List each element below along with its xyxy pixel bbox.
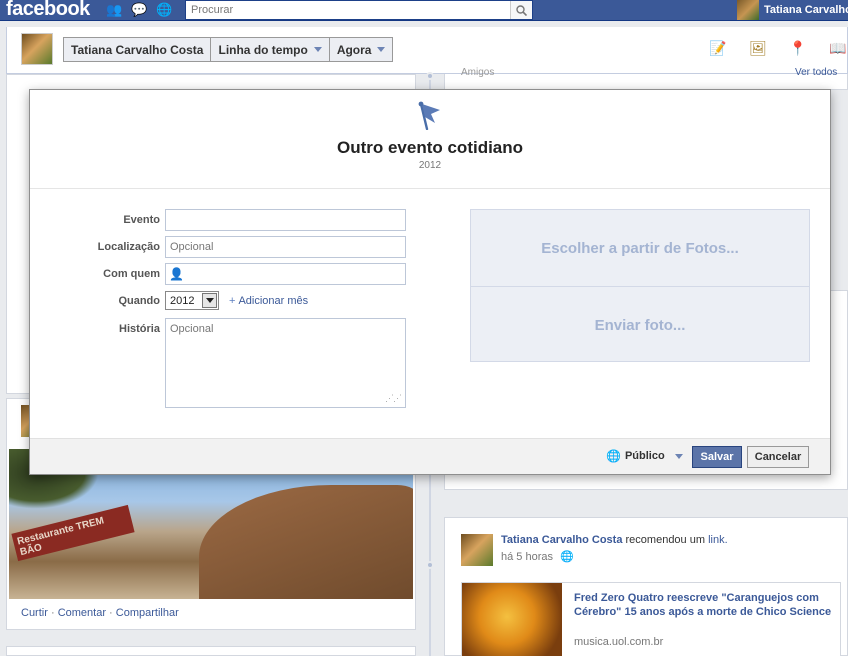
friends-label: Amigos: [461, 67, 495, 78]
messages-icon[interactable]: 💬: [131, 3, 147, 17]
location-label: Localização: [97, 241, 160, 253]
story-link-word[interactable]: link.: [708, 534, 728, 546]
story-placeholder: Opcional: [170, 323, 214, 335]
top-navigation-bar: facebook 👥 💬 🌐 Tatiana Carvalho: [0, 0, 848, 21]
separator: ·: [50, 607, 58, 619]
top-user-name: Tatiana Carvalho: [764, 4, 848, 16]
choose-from-photos-button[interactable]: Escolher a partir de Fotos...: [471, 210, 809, 286]
with-row: Com quem 👤: [90, 263, 406, 285]
like-link[interactable]: Curtir: [21, 607, 48, 619]
avatar[interactable]: [21, 33, 53, 65]
shared-link-domain: musica.uol.com.br: [574, 636, 664, 648]
life-event-dialog: Outro evento cotidiano 2012 Evento Local…: [29, 89, 831, 475]
avatar: [737, 0, 759, 20]
dialog-header: Outro evento cotidiano 2012: [30, 90, 830, 189]
resize-grip-icon[interactable]: ⋰⋰: [385, 393, 402, 404]
year-select-value: 2012: [170, 294, 195, 307]
when-label: Quando: [118, 294, 160, 307]
public-globe-icon: 🌐: [560, 551, 574, 563]
photo-sign: Restaurante TREM BÃO: [11, 504, 135, 562]
dialog-title: Outro evento cotidiano: [336, 138, 524, 157]
timeline-dropdown-label: Linha do tempo: [218, 42, 308, 57]
plus-icon: +: [229, 294, 236, 307]
life-event-icon[interactable]: 📖: [829, 39, 847, 57]
notifications-globe-icon[interactable]: 🌐: [156, 3, 172, 17]
event-input[interactable]: [165, 209, 406, 231]
story-label: História: [119, 323, 160, 335]
shared-link-preview[interactable]: Fred Zero Quatro reescreve "Caranguejos …: [461, 582, 841, 656]
privacy-label: Público: [624, 450, 665, 462]
status-icon[interactable]: 📝: [709, 39, 727, 57]
story-action-text: recomendou um: [625, 534, 706, 546]
timeline-header-bar: Tatiana Carvalho Costa Linha do tempo Ag…: [6, 27, 848, 74]
timeline-action-icons: 📝 🖼 📍 📖: [709, 39, 847, 57]
shared-link-thumbnail[interactable]: [462, 583, 562, 656]
event-row: Evento: [90, 209, 406, 231]
photo-chooser: Escolher a partir de Fotos... Enviar fot…: [470, 209, 810, 362]
comment-link[interactable]: Comentar: [58, 607, 106, 619]
story-timestamp[interactable]: há 5 horas: [501, 551, 553, 563]
search-button[interactable]: [510, 1, 532, 19]
add-month-link[interactable]: + Adicionar mês: [229, 295, 311, 307]
share-link[interactable]: Compartilhar: [116, 607, 179, 619]
photo-icon[interactable]: 🖼: [749, 39, 767, 57]
timeline-card: [6, 646, 416, 656]
chevron-down-icon: [313, 47, 322, 52]
when-row: Quando 2012 + Adicionar mês: [90, 291, 311, 310]
story-time: há 5 horas 🌐: [501, 550, 574, 563]
top-user-profile-link[interactable]: Tatiana Carvalho: [737, 0, 848, 20]
friend-requests-icon[interactable]: 👥: [106, 3, 122, 17]
flag-icon: [418, 101, 440, 130]
cancel-button[interactable]: Cancelar: [747, 446, 809, 468]
facebook-logo[interactable]: facebook: [6, 0, 90, 21]
shared-link-story-card: Tatiana Carvalho Costa recomendou um lin…: [444, 517, 848, 656]
avatar[interactable]: [461, 534, 493, 566]
timeline-dot: [426, 72, 434, 80]
save-button[interactable]: Salvar: [692, 446, 742, 468]
story-row: História Opcional ⋰⋰: [90, 318, 406, 408]
dropdown-arrow-icon: [202, 293, 217, 308]
timeline-dropdown[interactable]: Linha do tempo: [210, 37, 330, 62]
profile-name-button[interactable]: Tatiana Carvalho Costa: [63, 37, 212, 62]
story-author-link[interactable]: Tatiana Carvalho Costa: [501, 534, 622, 546]
separator: ·: [109, 607, 116, 619]
privacy-selector[interactable]: 🌐 Público: [606, 449, 683, 463]
location-row: Localização: [90, 236, 406, 258]
chevron-down-icon: [377, 47, 386, 52]
year-select[interactable]: 2012: [165, 291, 219, 310]
event-label: Evento: [123, 214, 160, 226]
place-icon[interactable]: 📍: [789, 39, 807, 57]
search-box: [185, 0, 533, 20]
now-dropdown[interactable]: Agora: [328, 37, 394, 62]
location-input[interactable]: [165, 236, 406, 258]
friends-card: Amigos Ver todos: [444, 67, 848, 90]
now-dropdown-label: Agora: [336, 42, 372, 57]
jewel-icons: 👥 💬 🌐: [106, 3, 172, 17]
add-month-label: Adicionar mês: [238, 294, 309, 307]
photo-hill: [199, 485, 413, 599]
search-input[interactable]: [186, 1, 510, 19]
upload-photo-button[interactable]: Enviar foto...: [471, 287, 809, 363]
profile-name-label: Tatiana Carvalho Costa: [71, 42, 204, 57]
with-label: Com quem: [103, 268, 160, 280]
see-all-link[interactable]: Ver todos: [795, 67, 837, 78]
dialog-footer: 🌐 Público Salvar Cancelar: [30, 438, 830, 474]
shared-link-title[interactable]: Fred Zero Quatro reescreve "Caranguejos …: [574, 591, 836, 619]
with-people-input[interactable]: 👤: [165, 263, 406, 285]
add-person-icon: 👤: [169, 267, 184, 281]
story-header: Tatiana Carvalho Costa recomendou um lin…: [501, 534, 728, 546]
story-textarea[interactable]: Opcional ⋰⋰: [165, 318, 406, 408]
chevron-down-icon: [674, 453, 683, 459]
timeline-nav: Tatiana Carvalho Costa Linha do tempo Ag…: [63, 37, 394, 62]
globe-icon: 🌐: [606, 449, 621, 463]
search-icon: [516, 4, 527, 16]
timeline-dot: [426, 561, 434, 569]
story-actions: Curtir · Comentar · Compartilhar: [21, 607, 179, 619]
dialog-year: 2012: [418, 160, 442, 171]
